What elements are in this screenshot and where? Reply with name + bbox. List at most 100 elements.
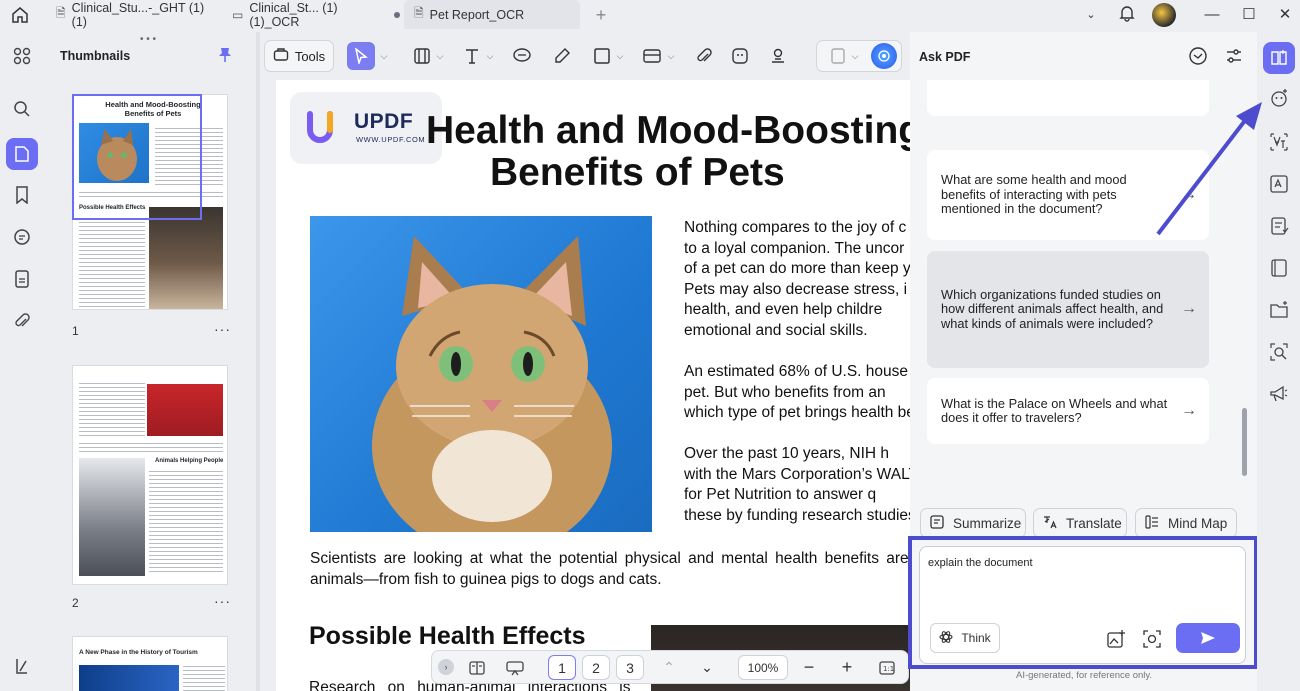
megaphone-icon[interactable] xyxy=(1267,382,1291,406)
thumb-heading: A New Phase in the History of Tourism xyxy=(79,649,198,656)
next-page-button[interactable]: ⌄ xyxy=(696,655,718,680)
document-view[interactable]: UPDF WWW.UPDF.COM Health and Mood-Boosti… xyxy=(276,80,910,691)
comment-icon[interactable] xyxy=(9,224,35,250)
chevron-down-icon: ⌵ xyxy=(616,50,624,61)
folder-icon[interactable] xyxy=(1267,298,1291,322)
attachment-icon[interactable] xyxy=(9,308,35,334)
document-icon: 🗎 xyxy=(414,6,424,20)
panel-divider[interactable] xyxy=(256,32,260,691)
suggested-question-3[interactable]: What is the Palace on Wheels and what do… xyxy=(927,378,1209,444)
bookmark-icon[interactable] xyxy=(9,182,35,208)
shape-tool-button[interactable]: ⌵ xyxy=(588,42,628,70)
single-page-view-icon[interactable] xyxy=(464,655,490,680)
chevron-down-icon: ⌵ xyxy=(380,50,388,61)
highlight-tool-button[interactable] xyxy=(550,42,574,70)
text-line: An estimated 68% of U.S. house xyxy=(684,363,909,380)
signature-tool-button[interactable] xyxy=(766,42,790,70)
tab-clinical-study[interactable]: 🗎 Clinical_Stu...-_GHT (1)(1) xyxy=(46,0,218,29)
title-bar: 🗎 Clinical_Stu...-_GHT (1)(1) ▭ Clinical… xyxy=(0,0,1300,30)
bell-icon[interactable] xyxy=(1114,4,1140,26)
thumbnails-icon[interactable] xyxy=(6,138,38,170)
text-line: Over the past 10 years, NIH h xyxy=(684,445,890,462)
minimize-button[interactable]: — xyxy=(1199,4,1225,26)
layers-icon[interactable] xyxy=(9,653,35,679)
page-button-2[interactable]: 2 xyxy=(582,655,610,680)
cursor-icon xyxy=(346,42,375,70)
new-tab-button[interactable]: + xyxy=(588,4,614,26)
chevron-down-icon[interactable]: ⌄ xyxy=(1078,4,1104,26)
page-1-more-icon[interactable]: ··· xyxy=(214,321,231,337)
text-line: Scientists are looking at what the poten… xyxy=(310,550,909,567)
text-tool-button[interactable]: ⌵ xyxy=(458,42,498,70)
suggested-question-2[interactable]: Which organizations funded studies on ho… xyxy=(927,251,1209,368)
select-tool-button[interactable]: ⌵ xyxy=(342,42,392,70)
maximize-button[interactable]: ☐ xyxy=(1236,4,1262,26)
arrow-right-icon: → xyxy=(1181,300,1197,318)
scrollbar-thumb[interactable] xyxy=(1242,408,1247,476)
page-selection-frame xyxy=(72,94,202,220)
ai-chat-icon[interactable] xyxy=(1267,86,1291,110)
ask-pdf-rail-icon[interactable] xyxy=(1263,42,1295,74)
attach-tool-button[interactable] xyxy=(692,42,716,70)
toolbar: Tools ⌵ ⌵ ⌵ ⌵ ⌵ ⌵ xyxy=(260,32,908,80)
thumbnails-title: Thumbnails xyxy=(60,49,131,63)
annotation-arrow xyxy=(1156,102,1262,236)
history-icon[interactable] xyxy=(1188,46,1208,71)
updf-logo-icon xyxy=(307,111,333,143)
collapse-button[interactable]: › xyxy=(438,659,454,675)
page-navigation-bar: › 1 2 3 ⌃ ⌄ 100% − + 1:1 xyxy=(431,650,909,684)
thumb-text-lines xyxy=(79,440,223,454)
thumbnail-page-2[interactable]: Animals Helping People xyxy=(72,365,228,585)
close-button[interactable]: ✕ xyxy=(1272,4,1298,26)
page-button-3[interactable]: 3 xyxy=(616,655,644,680)
chevron-down-icon: ⌵ xyxy=(667,50,675,61)
avatar[interactable] xyxy=(1152,3,1176,27)
text-line: Pets may also decrease stress, i xyxy=(684,280,908,298)
thumb-image-cat-gray xyxy=(79,458,145,576)
ai-disclaimer: AI-generated, for reference only. xyxy=(1016,670,1153,681)
summarize-button[interactable]: Summarize xyxy=(920,508,1026,538)
pages-icon[interactable] xyxy=(9,266,35,292)
tab-clinical-study-ocr[interactable]: ▭ Clinical_St... (1)(1)_OCR xyxy=(222,0,400,29)
fit-page-button[interactable]: 1:1 xyxy=(876,655,898,680)
tab-label: Clinical_St... (1)(1)_OCR xyxy=(249,0,338,29)
page-2-more-icon[interactable]: ··· xyxy=(214,593,231,609)
tools-button[interactable]: Tools xyxy=(264,40,334,72)
grid-icon[interactable] xyxy=(9,43,35,69)
zoom-out-button[interactable]: − xyxy=(798,655,820,680)
home-icon[interactable] xyxy=(10,5,32,25)
search-icon[interactable] xyxy=(9,96,35,122)
thumb-image-dog-cat xyxy=(149,207,223,309)
updf-url: WWW.UPDF.COM xyxy=(356,135,426,144)
presentation-icon[interactable] xyxy=(502,655,528,680)
tab-pet-report-ocr[interactable]: 🗎 Pet Report_OCR xyxy=(404,0,580,29)
summarize-label: Summarize xyxy=(953,515,1022,531)
sticker-tool-button[interactable] xyxy=(728,42,752,70)
form-icon[interactable] xyxy=(1267,214,1291,238)
previous-page-button[interactable]: ⌃ xyxy=(658,655,680,680)
ocr-icon[interactable] xyxy=(1267,172,1291,196)
ai-assistant-button[interactable] xyxy=(870,42,898,70)
page-button-1[interactable]: 1 xyxy=(548,655,576,680)
panel-drag-handle[interactable]: • • • xyxy=(140,34,156,45)
thumbnail-page-3[interactable]: A New Phase in the History of Tourism xyxy=(72,636,228,691)
translate-button[interactable]: Translate xyxy=(1033,508,1127,538)
question-text: Which organizations funded studies on ho… xyxy=(941,286,1164,331)
zoom-in-button[interactable]: + xyxy=(836,655,858,680)
translate-rail-icon[interactable] xyxy=(1267,130,1291,154)
arrow-right-icon: → xyxy=(1181,401,1197,419)
thumb-text-lines xyxy=(149,468,223,574)
search-document-icon[interactable] xyxy=(1267,340,1291,364)
thumb-text-lines xyxy=(79,380,145,436)
book-icon[interactable] xyxy=(1267,256,1291,280)
settings-sliders-icon[interactable] xyxy=(1224,46,1244,71)
stamp-tool-button[interactable]: ⌵ xyxy=(638,42,678,70)
mind-map-label: Mind Map xyxy=(1168,515,1228,531)
comment-tool-button[interactable] xyxy=(510,42,534,70)
pin-icon[interactable] xyxy=(218,47,232,68)
updf-brand: UPDF xyxy=(354,110,414,133)
mind-map-button[interactable]: Mind Map xyxy=(1135,508,1237,538)
edit-tool-button[interactable]: ⌵ xyxy=(408,42,448,70)
zoom-level[interactable]: 100% xyxy=(738,655,788,680)
save-tool-button[interactable]: ⌵ xyxy=(824,42,864,70)
